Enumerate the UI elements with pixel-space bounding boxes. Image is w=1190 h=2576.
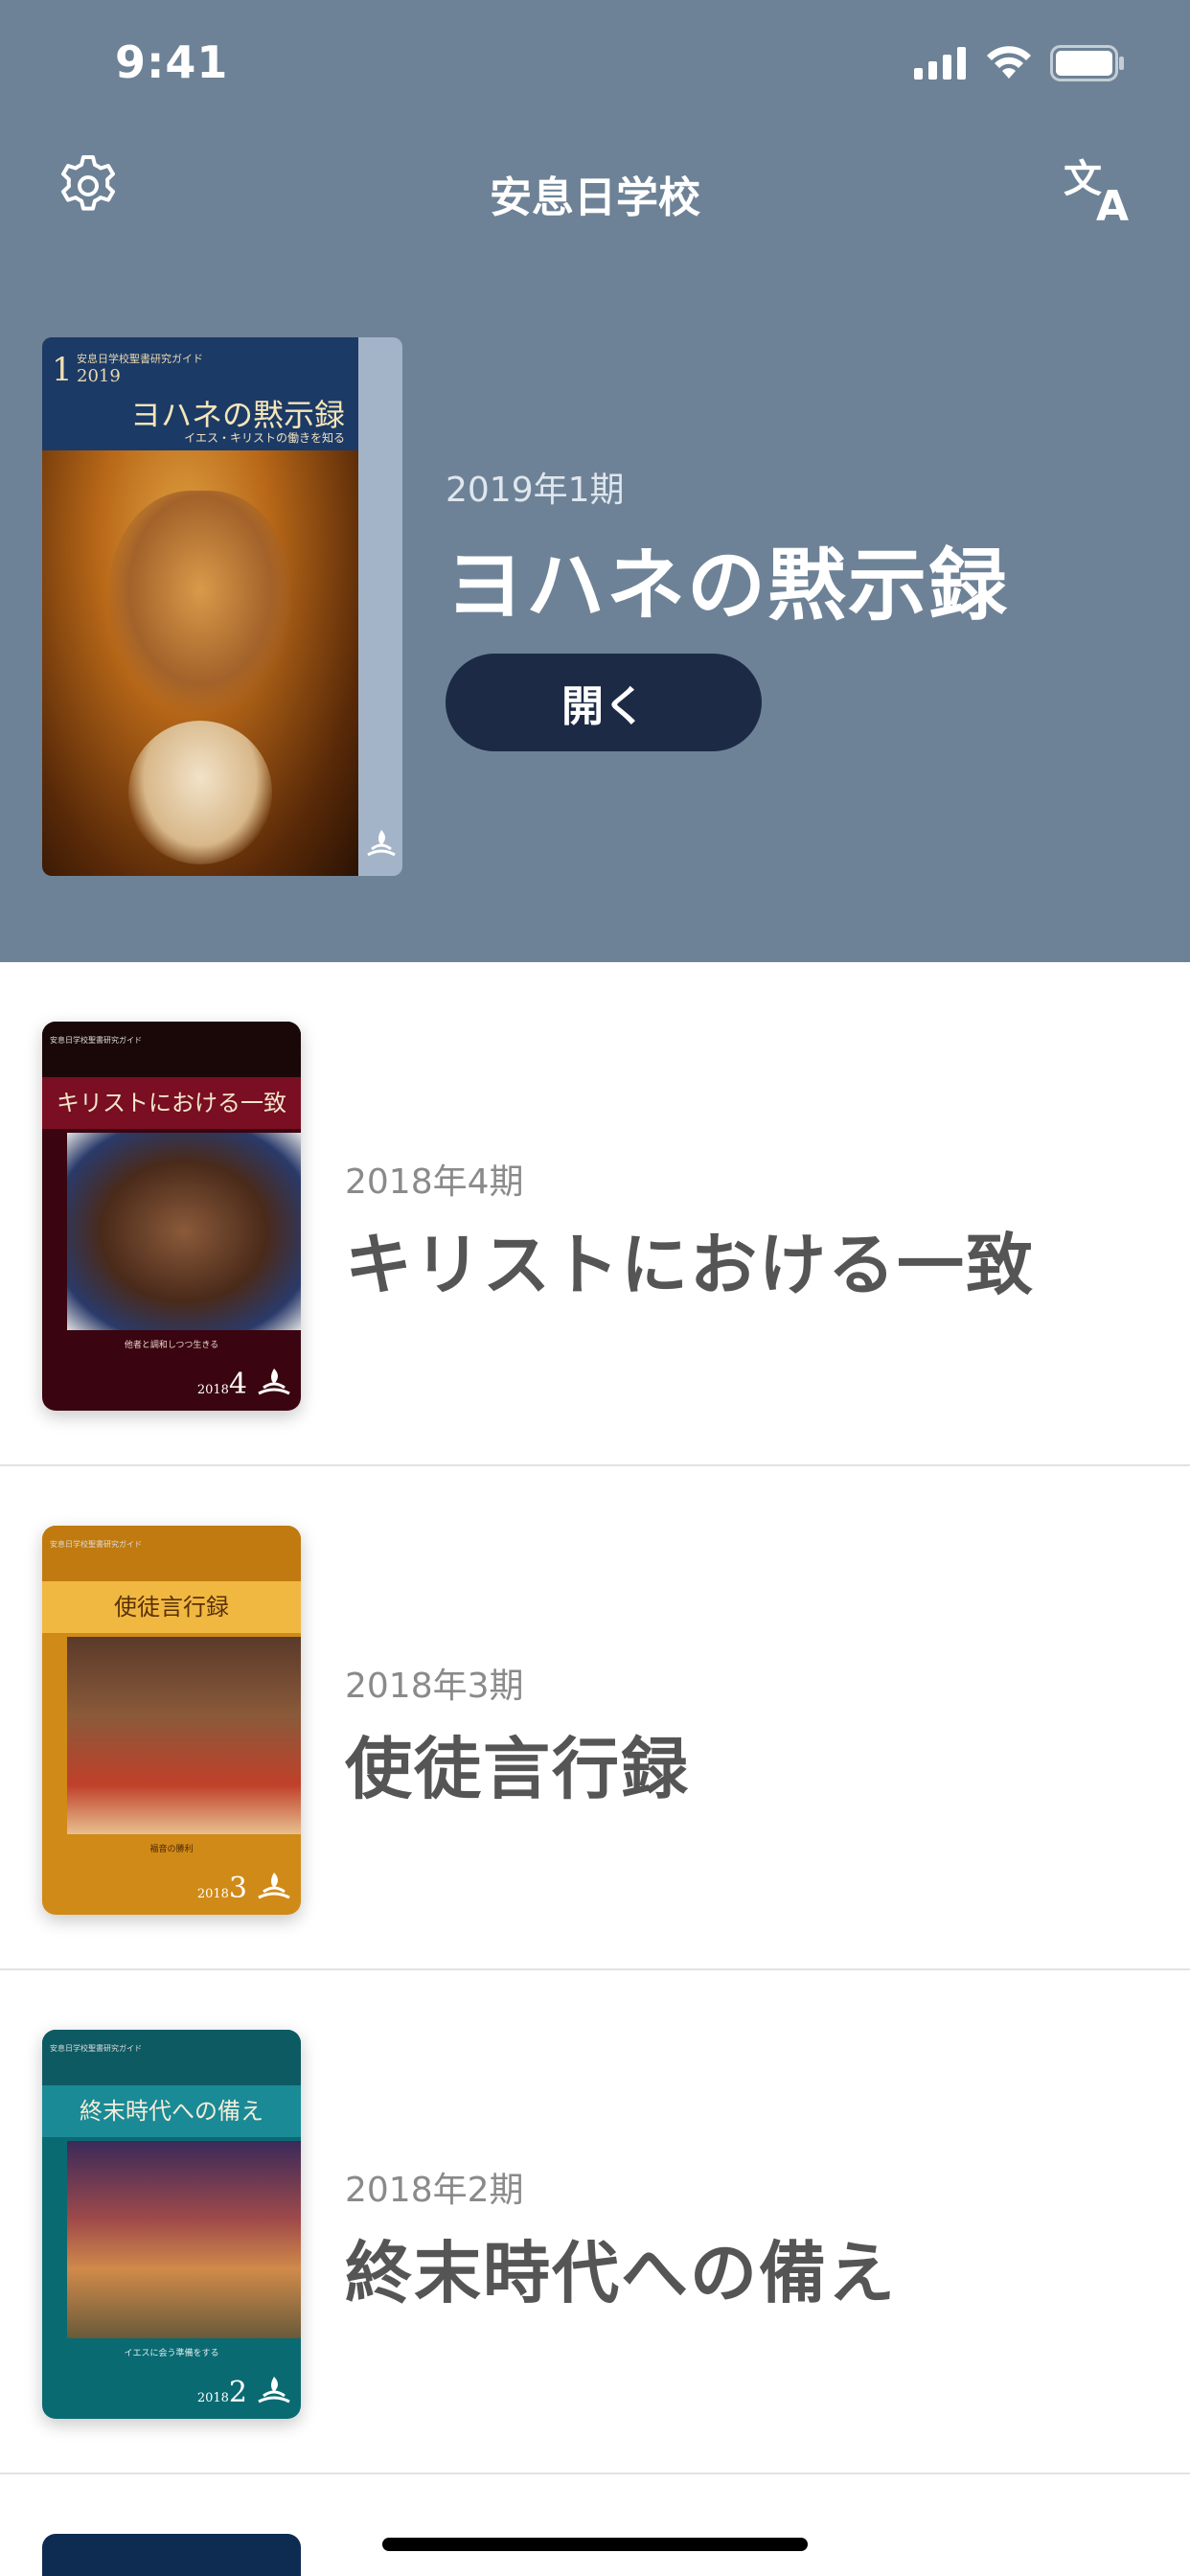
featured-quarterly: 1 安息日学校聖書研究ガイド 2019 ヨハネの黙示録 イエス・キリストの働きを… [42,337,1154,876]
wifi-icon [987,46,1031,79]
cover-caption: 福音の勝利 [149,1845,194,1854]
cover-header: 安息日学校聖書研究ガイド [42,1526,301,1581]
home-indicator[interactable] [382,2538,808,2551]
quarterly-title: 使徒言行録 [345,1730,690,1808]
quarterly-quarter-label: 2018年2期 [345,2171,524,2210]
cover-artwork [67,1133,301,1330]
language-button[interactable]: 文 A [1060,150,1136,231]
quarterly-cover-image: 安息日学校聖書研究ガイド 終末時代への備え イエスに会う準備をする 20182 [42,2030,301,2419]
quarterly-quarter-label: 2018年3期 [345,1667,524,1706]
cover-series-label: 安息日学校聖書研究ガイド [50,1036,142,1045]
quarterly-cover-image: 安息日学校聖書研究ガイド キリストにおける一致 他者と調和しつつ生きる 2018… [42,1022,301,1411]
featured-info: 2019年1期 ヨハネの黙示録 開く [446,462,1155,751]
cover-series-label: 安息日学校聖書研究ガイド [50,1540,142,1549]
quarterly-title: キリストにおける一致 [345,1226,1035,1304]
svg-text:A: A [1096,182,1129,226]
quarterly-info: 2018年3期 使徒言行録 [345,1658,1169,1812]
cover-quarter-number: 3 [228,1872,247,1905]
cover-caption: イエスに会う準備をする [124,2349,219,2358]
cover-issue: 20184 [197,1368,247,1401]
church-logo-icon [258,2377,290,2404]
list-item[interactable]: 安息日学校聖書研究ガイド 使徒言行録 福音の勝利 20183 2018年3期 使… [0,1466,1190,1970]
cover-year: 2018 [196,1887,229,1901]
quarterly-list: 安息日学校聖書研究ガイド キリストにおける一致 他者と調和しつつ生きる 2018… [0,962,1190,2576]
quarterly-info: 2018年4期 キリストにおける一致 [345,1154,1169,1308]
cover-title: キリストにおける一致 [42,1077,301,1129]
cover-quarter-number: 2 [228,2376,247,2409]
cover-year: 2018 [196,2391,229,2405]
status-icons [914,44,1125,82]
quarterly-quarter-label: 2018年4期 [345,1162,524,1202]
lamb-artwork [128,721,272,864]
quarterly-info: 2018年2期 終末時代への備え [345,2162,1169,2316]
church-logo-icon [258,1873,290,1899]
cover-series-label: 安息日学校聖書研究ガイド [77,353,203,365]
featured-cover-image[interactable]: 1 安息日学校聖書研究ガイド 2019 ヨハネの黙示録 イエス・キリストの働きを… [42,337,402,876]
navigation-bar: 安息日学校 文 A [0,144,1190,240]
featured-title: ヨハネの黙示録 [446,540,1010,632]
church-logo-icon [367,830,396,857]
cover-header: 安息日学校聖書研究ガイド [42,2030,301,2085]
cover-title: 使徒言行録 [42,1581,301,1633]
cover-artwork [67,2141,301,2338]
quarterly-cover-image: 安息日学校聖書研究ガイド 使徒言行録 福音の勝利 20183 [42,1526,301,1915]
list-item[interactable] [0,2474,1190,2576]
cover-issue: 20183 [197,1872,247,1905]
featured-quarter-label: 2019年1期 [446,471,625,510]
list-item[interactable]: 安息日学校聖書研究ガイド 終末時代への備え イエスに会う準備をする 20182 … [0,1970,1190,2474]
cover-series-label: 安息日学校聖書研究ガイド [50,2044,142,2053]
translate-icon: 文 A [1064,157,1129,231]
cover-caption: 他者と調和しつつ生きる [124,1341,219,1350]
status-time: 9:41 [115,36,229,88]
cover-quarter-number: 1 [52,351,73,389]
cover-artwork [67,1637,301,1834]
list-item[interactable]: 安息日学校聖書研究ガイド キリストにおける一致 他者と調和しつつ生きる 2018… [0,962,1190,1466]
quarterly-cover-image [42,2534,301,2576]
featured-header: 9:41 安息日学校 文 A 1 安息日学校聖書研究ガイド 2019 ヨハネの黙… [0,0,1190,962]
quarterly-title: 終末時代への備え [345,2234,897,2312]
cover-year: 2019 [77,366,121,386]
lion-artwork [109,491,291,711]
cover-title: 終末時代への備え [42,2085,301,2137]
cover-year: 2018 [196,1383,229,1397]
page-title: 安息日学校 [490,173,700,222]
open-button[interactable]: 開く [446,654,762,751]
status-bar: 9:41 [0,0,1190,125]
battery-icon [1050,45,1124,81]
cover-subtitle: イエス・キリストの働きを知る [184,431,345,445]
cover-issue: 20182 [197,2376,247,2409]
cover-title-band: 1 安息日学校聖書研究ガイド 2019 ヨハネの黙示録 イエス・キリストの働きを… [42,337,358,450]
signal-icon [914,47,966,80]
church-logo-icon [258,1368,290,1395]
cover-header: 安息日学校聖書研究ガイド [42,1022,301,1077]
cover-quarter-number: 4 [228,1368,247,1401]
